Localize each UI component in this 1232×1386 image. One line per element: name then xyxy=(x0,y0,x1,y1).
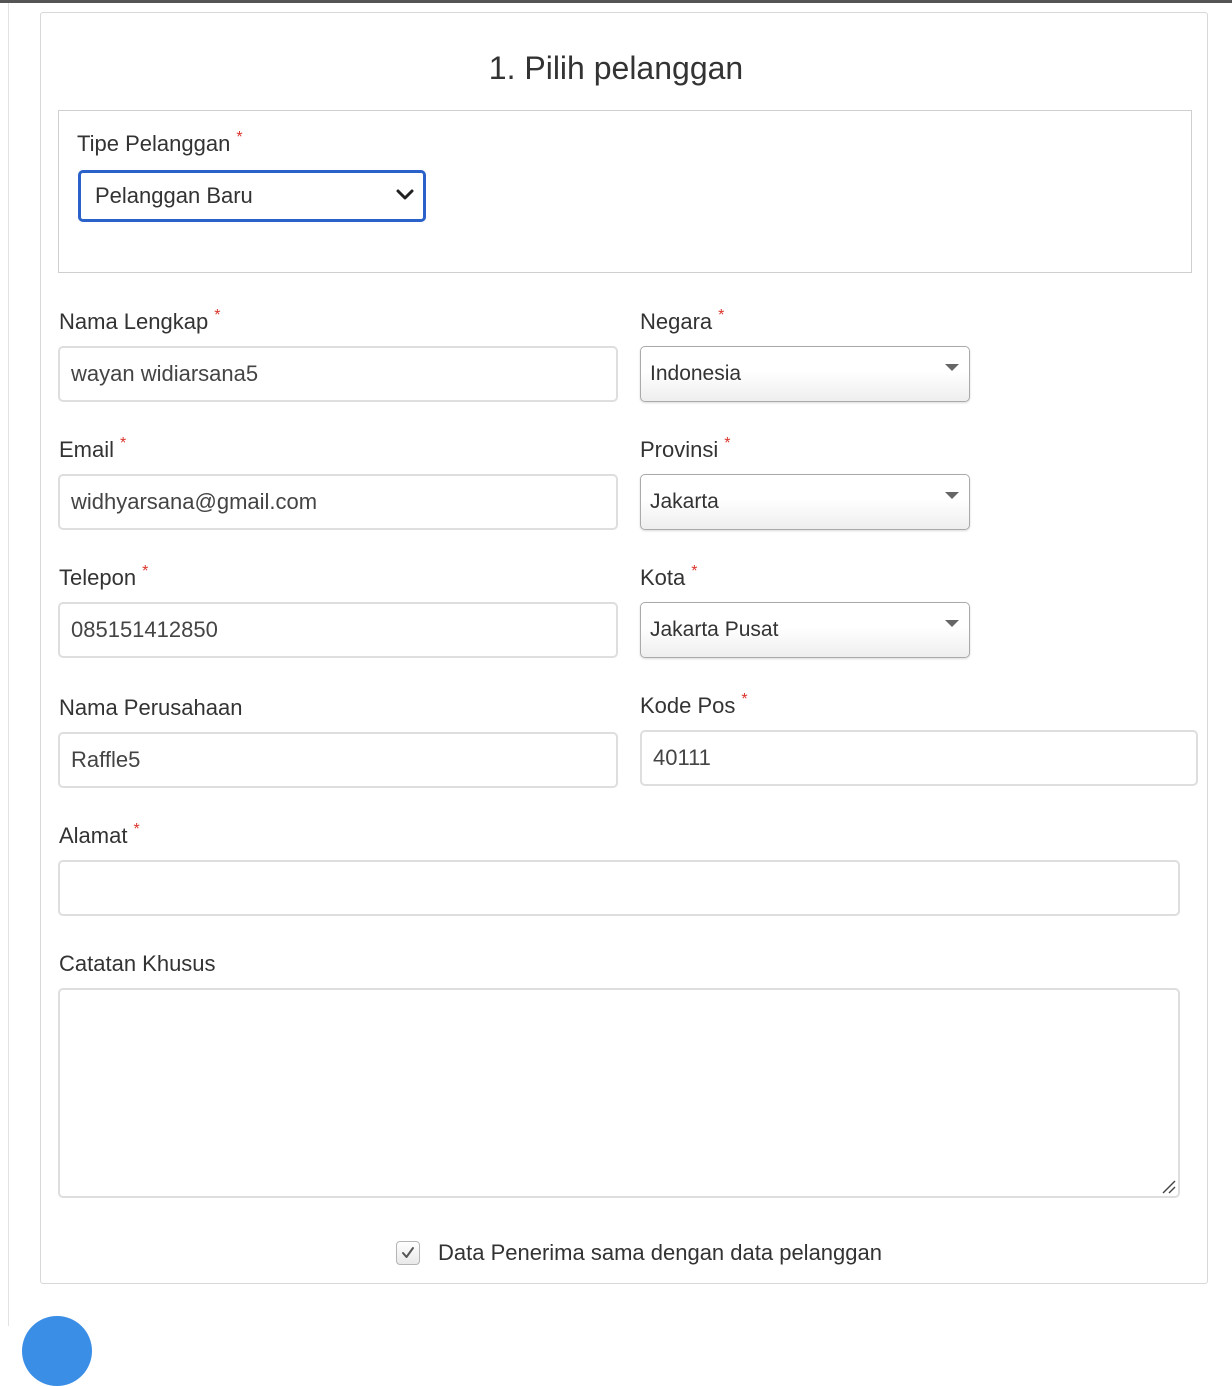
kota-label: Kota * xyxy=(640,563,698,591)
alamat-label-text: Alamat xyxy=(59,823,128,848)
provinsi-selected: Jakarta xyxy=(650,490,719,513)
kode-pos-value: 40111 xyxy=(653,745,711,770)
alamat-input[interactable] xyxy=(58,860,1180,916)
catatan-khusus-textarea[interactable] xyxy=(58,988,1180,1198)
checkmark-icon xyxy=(402,1247,414,1258)
required-mark: * xyxy=(724,435,731,452)
telepon-label-text: Telepon xyxy=(59,565,137,590)
same-recipient-checkbox[interactable] xyxy=(396,1241,420,1265)
kode-pos-label-text: Kode Pos xyxy=(640,693,736,718)
telepon-input[interactable]: 085151412850 xyxy=(58,602,618,658)
nama-lengkap-label: Nama Lengkap * xyxy=(59,307,221,335)
required-mark: * xyxy=(133,821,140,838)
nama-perusahaan-input[interactable]: Raffle5 xyxy=(58,732,618,788)
kota-label-text: Kota xyxy=(640,565,686,590)
tipe-pelanggan-selected: Pelanggan Baru xyxy=(95,183,253,208)
same-recipient-label[interactable]: Data Penerima sama dengan data pelanggan xyxy=(438,1240,882,1266)
kota-select[interactable]: Jakarta Pusat xyxy=(640,602,970,658)
nama-lengkap-input[interactable]: wayan widiarsana5 xyxy=(58,346,618,402)
caret-down-icon xyxy=(945,492,959,499)
telepon-label: Telepon * xyxy=(59,563,149,591)
required-mark: * xyxy=(691,563,698,580)
negara-selected: Indonesia xyxy=(650,362,742,385)
caret-down-icon xyxy=(945,364,959,371)
alamat-label: Alamat * xyxy=(59,821,140,849)
tipe-pelanggan-select[interactable]: Pelanggan Baru xyxy=(78,170,426,222)
provinsi-label: Provinsi * xyxy=(640,435,731,463)
telepon-value: 085151412850 xyxy=(71,617,218,642)
top-border xyxy=(0,0,1232,3)
provinsi-label-text: Provinsi xyxy=(640,437,719,462)
kode-pos-label: Kode Pos * xyxy=(640,691,748,719)
email-label-text: Email xyxy=(59,437,115,462)
floating-action-button[interactable] xyxy=(22,1316,92,1386)
provinsi-select[interactable]: Jakarta xyxy=(640,474,970,530)
negara-label: Negara * xyxy=(640,307,725,335)
tipe-pelanggan-label: Tipe Pelanggan * xyxy=(77,129,243,157)
nama-lengkap-value: wayan widiarsana5 xyxy=(71,361,259,386)
catatan-khusus-label: Catatan Khusus xyxy=(59,951,216,977)
email-label: Email * xyxy=(59,435,127,463)
nama-lengkap-label-text: Nama Lengkap xyxy=(59,309,209,334)
negara-select[interactable]: Indonesia xyxy=(640,346,970,402)
required-mark: * xyxy=(214,307,221,324)
email-value: widhyarsana@gmail.com xyxy=(71,489,318,514)
tipe-pelanggan-label-text: Tipe Pelanggan xyxy=(77,131,231,156)
catatan-khusus-label-text: Catatan Khusus xyxy=(59,951,216,976)
caret-down-icon xyxy=(945,620,959,627)
left-divider xyxy=(8,3,9,1326)
email-input[interactable]: widhyarsana@gmail.com xyxy=(58,474,618,530)
required-mark: * xyxy=(142,563,149,580)
required-mark: * xyxy=(718,307,725,324)
nama-perusahaan-value: Raffle5 xyxy=(71,747,141,772)
chevron-down-icon xyxy=(396,189,414,200)
required-mark: * xyxy=(741,691,748,708)
required-mark: * xyxy=(236,129,243,146)
negara-label-text: Negara xyxy=(640,309,713,334)
kota-selected: Jakarta Pusat xyxy=(650,618,779,641)
kode-pos-input[interactable]: 40111 xyxy=(640,730,1198,786)
resize-grip-icon[interactable] xyxy=(1160,1178,1176,1194)
nama-perusahaan-label: Nama Perusahaan xyxy=(59,695,242,721)
required-mark: * xyxy=(120,435,127,452)
nama-perusahaan-label-text: Nama Perusahaan xyxy=(59,695,243,720)
section-title: 1. Pilih pelanggan xyxy=(488,50,744,86)
